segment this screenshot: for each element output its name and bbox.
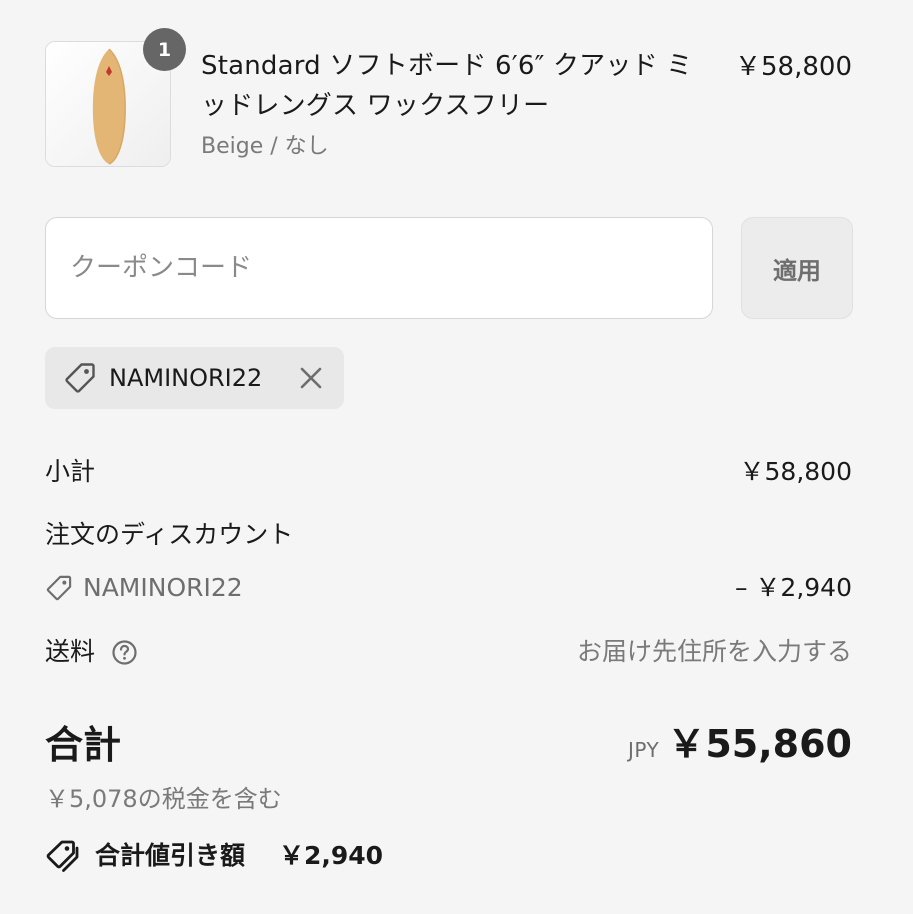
- question-circle-icon[interactable]: [111, 639, 138, 666]
- total-label: 合計: [45, 723, 122, 767]
- coupon-code-input[interactable]: [45, 217, 713, 319]
- tag-icon: [65, 363, 95, 393]
- close-icon[interactable]: [297, 364, 325, 392]
- product-title: Standard ソフトボード 6′6″ クアッド ミッドレングス ワックスフリ…: [201, 51, 693, 121]
- shipping-label: 送料: [45, 637, 96, 666]
- order-summary: 1 Standard ソフトボード 6′6″ クアッド ミッドレングス ワックス…: [0, 0, 913, 914]
- subtotal-value: ￥58,800: [739, 457, 852, 486]
- tax-note: ￥5,078の税金を含む: [45, 785, 282, 813]
- currency-code: JPY: [628, 738, 660, 762]
- tag-icon: [46, 575, 72, 601]
- order-discount-label: 注文のディスカウント: [45, 520, 294, 549]
- apply-coupon-button[interactable]: 適用: [741, 217, 853, 319]
- order-discount-code-label: NAMINORI22: [83, 573, 243, 602]
- subtotal-label: 小計: [45, 457, 96, 486]
- total-savings-label: 合計値引き額: [95, 841, 246, 870]
- total-value: ￥55,860: [667, 722, 852, 766]
- tags-icon: [46, 840, 79, 872]
- applied-discount-code: NAMINORI22: [109, 364, 263, 392]
- applied-discount-chip: NAMINORI22: [45, 347, 344, 409]
- product-price: ￥58,800: [735, 52, 852, 82]
- product-variant: Beige / なし: [201, 134, 329, 159]
- total-savings-amount: ￥2,940: [279, 841, 384, 870]
- quantity-badge: 1: [143, 28, 186, 71]
- order-discount-value: – ￥2,940: [734, 573, 852, 602]
- shipping-value: お届け先住所を入力する: [576, 637, 852, 666]
